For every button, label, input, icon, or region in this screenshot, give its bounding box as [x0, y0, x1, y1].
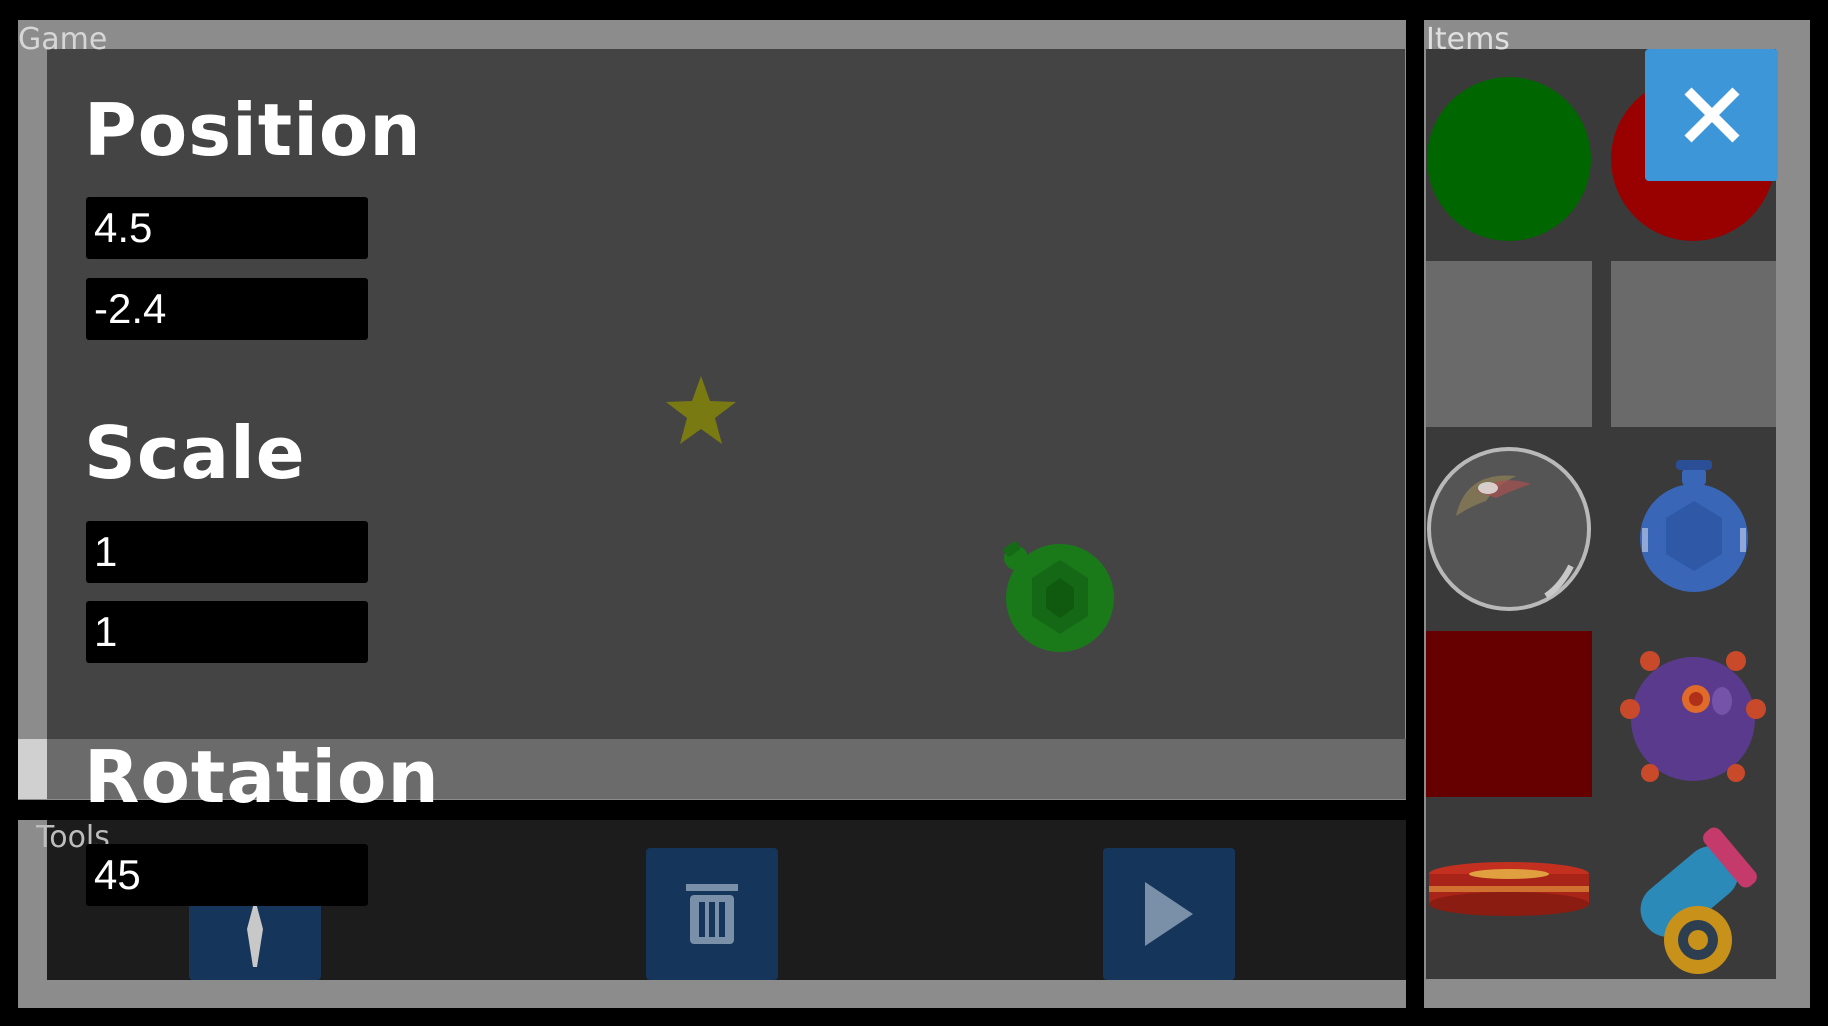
rotation-band-edge — [18, 739, 47, 799]
items-panel-title: Items — [1426, 22, 1510, 57]
item-spiked-mine[interactable] — [1610, 631, 1776, 797]
position-label: Position — [84, 88, 422, 172]
play-icon — [1145, 882, 1193, 946]
delete-tool-button[interactable] — [646, 848, 778, 980]
trash-icon — [686, 884, 738, 944]
item-bubble[interactable] — [1426, 446, 1592, 612]
scale-y-field[interactable]: 1 — [86, 601, 368, 663]
scale-x-field[interactable]: 1 — [86, 521, 368, 583]
item-blue-bottle[interactable] — [1612, 446, 1776, 612]
item-empty-slot[interactable] — [1611, 261, 1776, 427]
close-button[interactable] — [1645, 49, 1778, 181]
item-trampoline[interactable] — [1426, 816, 1592, 946]
item-cannon[interactable] — [1610, 816, 1776, 982]
game-panel-title: Game — [18, 22, 108, 57]
play-tool-button[interactable] — [1103, 848, 1235, 980]
item-red-square[interactable] — [1426, 631, 1592, 797]
close-icon — [1683, 87, 1740, 143]
position-x-field[interactable]: 4.5 — [86, 197, 368, 259]
rotation-label: Rotation — [84, 735, 440, 819]
green-bottle-object[interactable] — [996, 538, 1118, 654]
position-y-field[interactable]: -2.4 — [86, 278, 368, 340]
scale-label: Scale — [84, 411, 306, 495]
item-empty-slot[interactable] — [1426, 261, 1592, 427]
item-green-circle[interactable] — [1426, 76, 1592, 242]
rotation-field[interactable]: 45 — [86, 844, 368, 906]
star-object[interactable] — [664, 374, 738, 448]
